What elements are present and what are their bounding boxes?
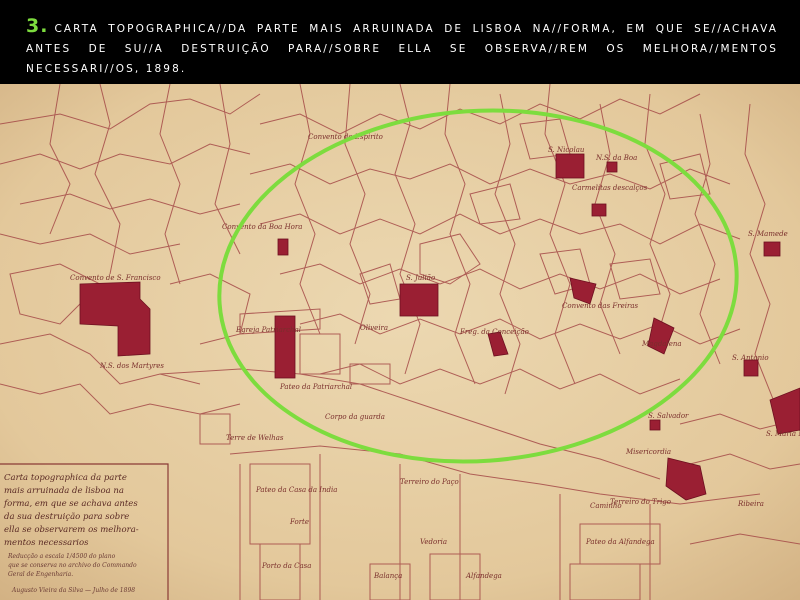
label-oliveira: Oliveira [360, 324, 388, 332]
legend-note-2: que se conserva no archivo do Commando [8, 562, 137, 569]
label-egreja-patriarchal: Egreja Patriarchal [235, 326, 301, 334]
caption-text: 3. carta topographica//da parte mais arru… [26, 16, 778, 79]
label-pateo-alfandega: Pateo da Alfandega [585, 538, 655, 546]
caption-bar: 3. carta topographica//da parte mais arru… [0, 0, 800, 84]
block-ssalvador [649, 419, 661, 431]
legend-line-5: ella se observarem os melhora- [4, 525, 139, 535]
label-alfandega: Alfandega [465, 572, 502, 580]
label-s-juliao: S. Julião [406, 274, 435, 282]
block-sjuliao [399, 283, 439, 317]
legend-line-2: mais arruinada de lisboa na [4, 486, 124, 496]
map-svg: Convento de S. Francisco N.S. dos Martyr… [0, 84, 800, 600]
label-ns-martyres: N.S. dos Martyres [99, 362, 164, 370]
label-ribeira: Ribeira [737, 500, 764, 508]
block-nsboa [606, 161, 618, 173]
label-convento-sfrancisco: Convento de S. Francisco [70, 274, 161, 282]
legend-signature: Augusto Vieira da Silva — Julho de 1898 [11, 587, 135, 594]
block-santonio [743, 359, 759, 377]
block-carmelitas [591, 203, 607, 217]
label-ns-da-boa: N.S. da Boa [595, 154, 637, 162]
label-porto: Porto da Casa [261, 562, 311, 570]
block-smamede [763, 241, 781, 257]
legend-line-6: mentos necessarios [4, 538, 89, 548]
label-misericordia: Misericordia [625, 448, 671, 456]
label-magdalena: Magdalena [641, 340, 682, 348]
block-snicolau [555, 153, 585, 179]
legend-note-1: Reducção a escala 1/4500 do plano [7, 553, 116, 560]
legend-line-1: Carta topographica da parte [4, 473, 127, 483]
label-terreiro-paco: Terreiro do Paço [400, 478, 459, 486]
label-terre-welhas: Terre de Welhas [226, 434, 284, 442]
label-forte: Forte [289, 518, 309, 526]
label-caminho: Caminho [590, 502, 622, 510]
label-s-antonio: S. Antonio [732, 354, 769, 362]
label-convento-freiras: Convento das Freiras [562, 302, 639, 310]
legend-line-4: da sua destruição para sobre [4, 511, 129, 522]
caption-body: carta topographica//da parte mais arruin… [26, 23, 778, 75]
legend-note-3: Geral de Engenharia. [8, 571, 73, 578]
label-s-salvador: S. Salvador [648, 412, 689, 420]
label-carmelitas: Carmelitas descalços [572, 184, 648, 192]
label-freg-conceicao: Freg. da Conceição [459, 328, 529, 336]
label-pateo-casa-india: Pateo da Casa da India [255, 486, 337, 494]
label-convento-boa-hora: Convento da Boa Hora [222, 223, 302, 231]
legend-line-3: forma, em que se achava antes [3, 499, 138, 509]
label-pateo-patriarchal: Pateo da Patriarchal [279, 383, 352, 391]
block-boahora [277, 238, 289, 256]
label-corpo-guarda: Corpo da guarda [325, 413, 385, 421]
figure-number: 3. [26, 15, 49, 37]
label-balanca: Balança [373, 572, 402, 580]
label-vedoria: Vedoria [420, 538, 447, 546]
historic-map: Convento de S. Francisco N.S. dos Martyr… [0, 84, 800, 600]
label-s-mamede: S. Mamede [748, 230, 788, 238]
label-s-maria-maior: S. Maria Maior [766, 430, 800, 438]
label-s-nicolau: S. Nicolau [548, 146, 585, 154]
